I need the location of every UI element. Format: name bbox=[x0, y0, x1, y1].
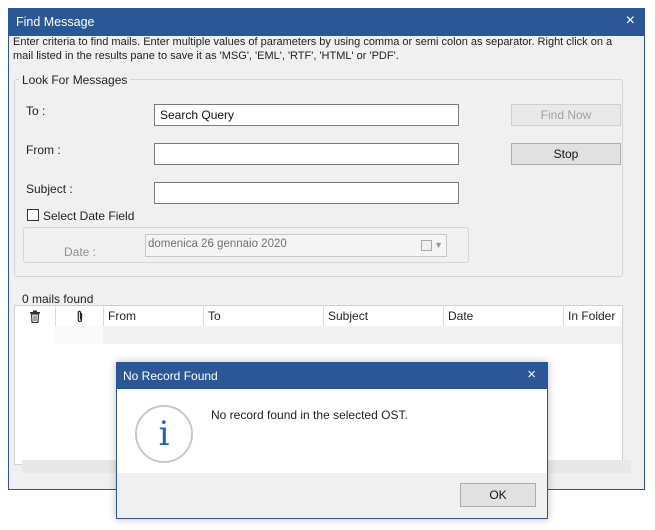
trash-icon bbox=[30, 310, 40, 324]
to-input[interactable] bbox=[154, 104, 459, 126]
paperclip-icon bbox=[77, 311, 82, 323]
info-icon: i bbox=[135, 405, 193, 463]
table-row bbox=[15, 326, 622, 344]
subject-column-header[interactable]: Subject bbox=[323, 306, 443, 326]
grid-header: From To Subject Date In Folder bbox=[15, 306, 622, 327]
window-title: Find Message bbox=[16, 15, 95, 29]
dialog-message: No record found in the selected OST. bbox=[211, 408, 408, 422]
in-folder-column-header[interactable]: In Folder bbox=[563, 306, 622, 326]
no-record-dialog: No Record Found × i No record found in t… bbox=[116, 362, 548, 519]
date-column-header[interactable]: Date bbox=[443, 306, 563, 326]
mails-found-count: 0 mails found bbox=[22, 292, 94, 306]
dialog-close-icon[interactable]: × bbox=[527, 366, 536, 384]
delete-column-header[interactable] bbox=[15, 306, 55, 326]
from-input[interactable] bbox=[154, 143, 459, 165]
window-close-icon[interactable]: × bbox=[626, 12, 635, 30]
to-label: To : bbox=[26, 104, 46, 118]
find-now-button[interactable]: Find Now bbox=[511, 104, 621, 126]
to-column-header[interactable]: To bbox=[203, 306, 323, 326]
subject-input[interactable] bbox=[154, 182, 459, 204]
from-label: From : bbox=[26, 143, 61, 157]
ok-button[interactable]: OK bbox=[460, 483, 536, 507]
calendar-dropdown-icon[interactable]: ▼ bbox=[421, 239, 443, 252]
dialog-title-bar[interactable]: No Record Found × bbox=[117, 363, 547, 389]
dialog-title: No Record Found bbox=[123, 369, 218, 383]
select-date-checkbox[interactable] bbox=[27, 209, 39, 221]
attachment-column-header[interactable] bbox=[55, 306, 103, 326]
date-value: domenica 26 gennaio 2020 bbox=[148, 238, 287, 250]
row-cell-delete bbox=[15, 326, 55, 344]
instructions-text: Enter criteria to find mails. Enter mult… bbox=[13, 36, 613, 62]
date-label: Date : bbox=[64, 245, 97, 259]
row-cell-attachment bbox=[55, 326, 103, 344]
group-title: Look For Messages bbox=[19, 73, 131, 87]
date-picker[interactable]: domenica 26 gennaio 2020 ▼ bbox=[145, 234, 447, 257]
dialog-body: i No record found in the selected OST. bbox=[117, 389, 547, 473]
subject-label: Subject : bbox=[26, 182, 73, 196]
stop-button[interactable]: Stop bbox=[511, 143, 621, 165]
select-date-label: Select Date Field bbox=[43, 209, 135, 223]
from-column-header[interactable]: From bbox=[103, 306, 203, 326]
window-title-bar[interactable]: Find Message × bbox=[9, 9, 644, 36]
